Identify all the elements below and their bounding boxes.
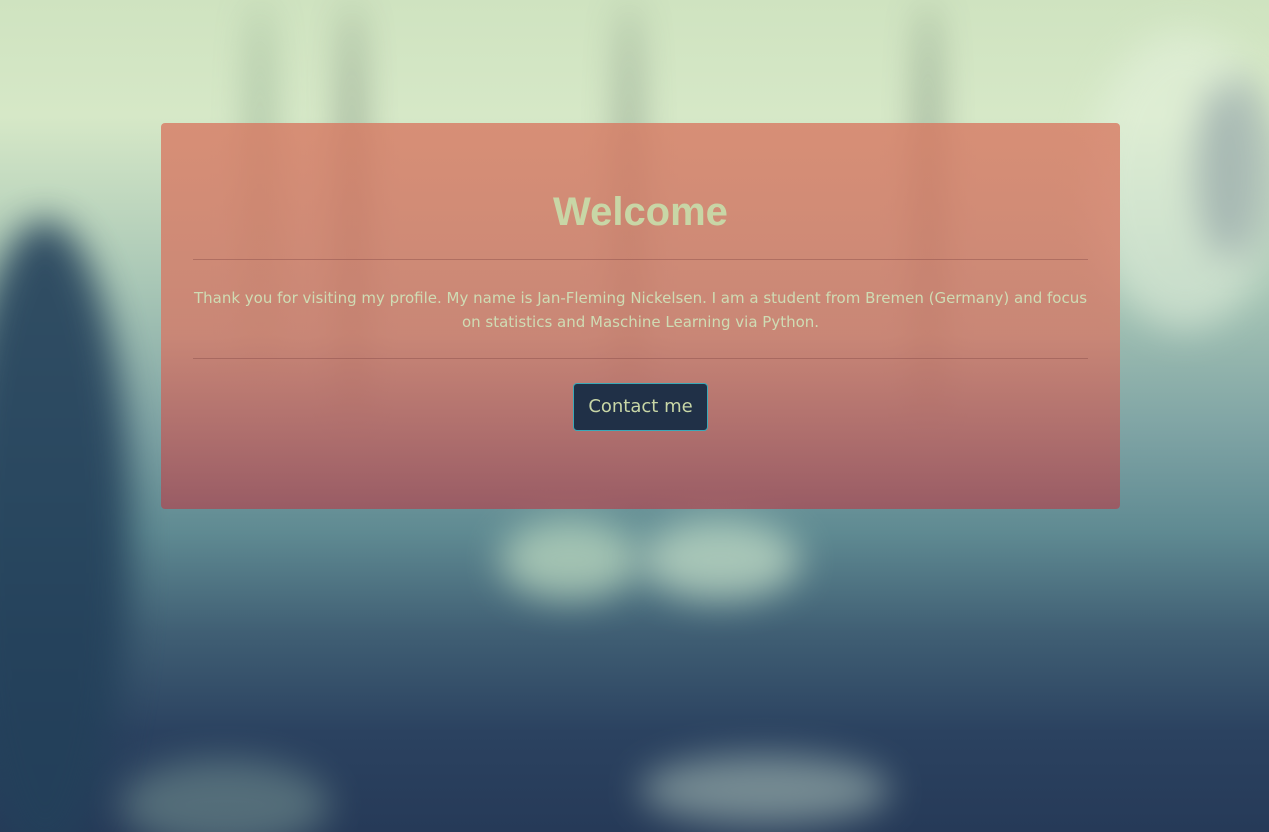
contact-me-button[interactable]: Contact me bbox=[573, 383, 708, 431]
welcome-title: Welcome bbox=[553, 190, 728, 234]
intro-text: Thank you for visiting my profile. My na… bbox=[193, 289, 1088, 331]
background-blur-shape bbox=[500, 520, 640, 600]
background-blur-shape bbox=[640, 520, 800, 600]
welcome-card: Welcome Thank you for visiting my profil… bbox=[161, 123, 1120, 509]
background-blur-shape bbox=[0, 220, 130, 832]
background-blur-shape bbox=[120, 760, 330, 832]
background-blur-shape bbox=[640, 755, 890, 825]
divider bbox=[193, 358, 1088, 359]
